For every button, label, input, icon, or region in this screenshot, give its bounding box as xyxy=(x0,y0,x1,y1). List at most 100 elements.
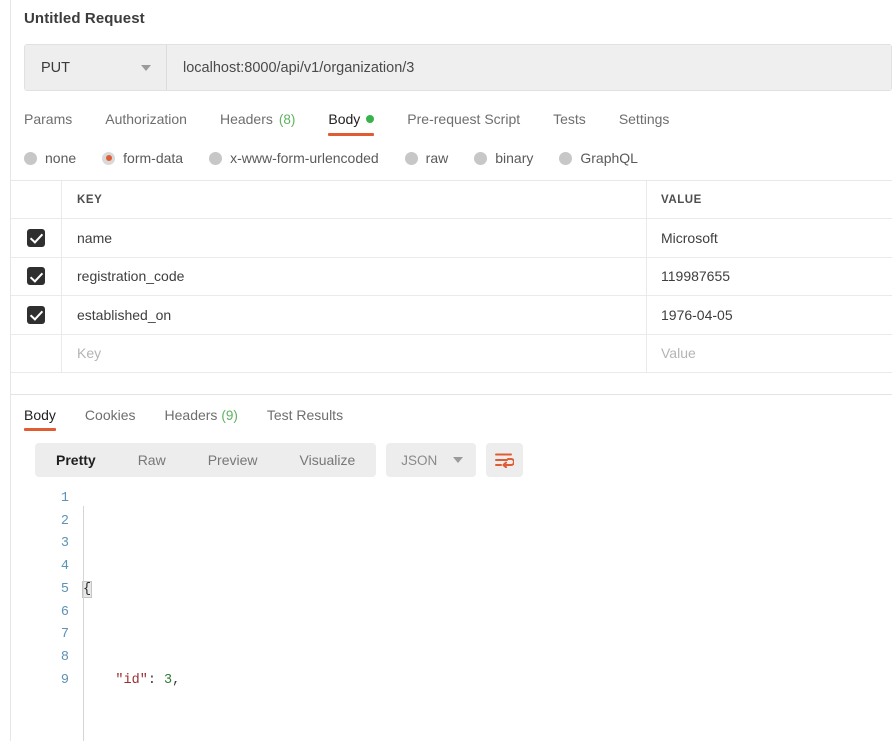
row-checkbox-cell-empty[interactable] xyxy=(11,335,62,373)
checkbox-checked-icon[interactable] xyxy=(27,267,45,285)
line-number: 9 xyxy=(25,670,69,693)
response-tab-headers[interactable]: Headers (9) xyxy=(165,407,238,431)
checkbox-checked-icon[interactable] xyxy=(27,306,45,324)
line-number-gutter: 1 2 3 4 5 6 7 8 9 xyxy=(25,488,77,741)
response-code-viewer[interactable]: 1 2 3 4 5 6 7 8 9 { "id": 3, "created": … xyxy=(11,488,892,741)
row-key-input[interactable]: established_on xyxy=(62,296,647,334)
tab-pre-request-script[interactable]: Pre-request Script xyxy=(407,111,520,136)
response-tab-headers-count: (9) xyxy=(221,408,238,423)
radio-binary[interactable]: binary xyxy=(474,150,533,166)
tab-params[interactable]: Params xyxy=(24,111,72,136)
tab-settings-label: Settings xyxy=(619,111,670,127)
response-tab-headers-label: Headers xyxy=(165,407,218,423)
tab-authorization[interactable]: Authorization xyxy=(105,111,187,136)
response-toolbar: Pretty Raw Preview Visualize JSON xyxy=(11,443,892,477)
chevron-down-icon xyxy=(141,65,151,71)
form-data-table: KEY VALUE name Microsoft registration_co… xyxy=(11,180,892,373)
code-line: "id": 3, xyxy=(83,670,448,693)
url-input[interactable]: localhost:8000/api/v1/organization/3 xyxy=(167,45,891,90)
tab-body[interactable]: Body xyxy=(328,111,374,136)
line-number: 7 xyxy=(25,624,69,647)
row-value-input[interactable]: 1976-04-05 xyxy=(647,296,892,334)
body-type-radio-group: none form-data x-www-form-urlencoded raw… xyxy=(24,136,892,180)
tab-tests[interactable]: Tests xyxy=(553,111,586,136)
radio-binary-label: binary xyxy=(495,150,533,166)
table-header-row: KEY VALUE xyxy=(11,181,892,219)
radio-none-label: none xyxy=(45,150,76,166)
radio-form-data-label: form-data xyxy=(123,150,183,166)
radio-graphql-label: GraphQL xyxy=(580,150,638,166)
row-key-input[interactable]: name xyxy=(62,219,647,257)
tab-authorization-label: Authorization xyxy=(105,111,187,127)
response-tab-test-results[interactable]: Test Results xyxy=(267,407,343,431)
word-wrap-button[interactable] xyxy=(486,443,523,477)
request-tab-bar: Params Authorization Headers (8) Body Pr… xyxy=(24,91,892,136)
line-number: 8 xyxy=(25,647,69,670)
http-method-label: PUT xyxy=(41,60,70,76)
tab-headers-label: Headers xyxy=(220,111,273,127)
tab-pre-request-script-label: Pre-request Script xyxy=(407,111,520,127)
new-key-input[interactable]: Key xyxy=(62,335,647,373)
response-format-dropdown[interactable]: JSON xyxy=(386,443,476,477)
http-method-dropdown[interactable]: PUT xyxy=(25,45,167,90)
tab-settings[interactable]: Settings xyxy=(619,111,670,136)
view-mode-raw[interactable]: Raw xyxy=(117,443,187,477)
table-row: registration_code 119987655 xyxy=(11,258,892,297)
radio-x-www-form-urlencoded[interactable]: x-www-form-urlencoded xyxy=(209,150,379,166)
row-checkbox-cell[interactable] xyxy=(11,258,62,296)
line-number: 2 xyxy=(25,511,69,534)
page-title: Untitled Request xyxy=(11,0,892,44)
table-header-check-cell xyxy=(11,181,62,218)
line-number: 6 xyxy=(25,602,69,625)
code-line: { xyxy=(83,579,448,602)
radio-raw-icon xyxy=(405,152,418,165)
radio-none-icon xyxy=(24,152,37,165)
response-tab-body-label: Body xyxy=(24,407,56,423)
radio-raw[interactable]: raw xyxy=(405,150,449,166)
green-dot-icon xyxy=(366,115,374,123)
chevron-down-icon xyxy=(453,457,463,463)
row-checkbox-cell[interactable] xyxy=(11,296,62,334)
tab-headers[interactable]: Headers (8) xyxy=(220,111,295,136)
row-checkbox-cell[interactable] xyxy=(11,219,62,257)
tab-tests-label: Tests xyxy=(553,111,586,127)
json-code-content: { "id": 3, "created": "2021-03-19T01:14:… xyxy=(77,488,448,741)
line-number: 4 xyxy=(25,556,69,579)
response-tab-bar: Body Cookies Headers (9) Test Results xyxy=(11,395,892,431)
response-tab-cookies[interactable]: Cookies xyxy=(85,407,136,431)
response-tab-cookies-label: Cookies xyxy=(85,407,136,423)
json-open-brace: { xyxy=(83,582,91,597)
json-number-value: 3 xyxy=(164,673,172,688)
url-bar: PUT localhost:8000/api/v1/organization/3 xyxy=(24,44,892,91)
view-mode-pretty[interactable]: Pretty xyxy=(35,443,117,477)
tab-headers-count: (8) xyxy=(279,112,296,127)
radio-raw-label: raw xyxy=(426,150,449,166)
view-mode-visualize[interactable]: Visualize xyxy=(279,443,377,477)
radio-binary-icon xyxy=(474,152,487,165)
radio-graphql-icon xyxy=(559,152,572,165)
row-value-input[interactable]: Microsoft xyxy=(647,219,892,257)
radio-form-data-icon xyxy=(102,152,115,165)
postman-request-window: Untitled Request PUT localhost:8000/api/… xyxy=(0,0,892,741)
response-view-mode-group: Pretty Raw Preview Visualize xyxy=(35,443,376,477)
radio-x-www-form-urlencoded-label: x-www-form-urlencoded xyxy=(230,150,379,166)
radio-none[interactable]: none xyxy=(24,150,76,166)
view-mode-preview[interactable]: Preview xyxy=(187,443,279,477)
radio-x-www-form-urlencoded-icon xyxy=(209,152,222,165)
response-tab-body[interactable]: Body xyxy=(24,407,56,431)
row-key-input[interactable]: registration_code xyxy=(62,258,647,296)
word-wrap-icon xyxy=(495,453,514,468)
radio-graphql[interactable]: GraphQL xyxy=(559,150,638,166)
row-value-input[interactable]: 119987655 xyxy=(647,258,892,296)
tab-params-label: Params xyxy=(24,111,72,127)
checkbox-checked-icon[interactable] xyxy=(27,229,45,247)
table-row-empty: Key Value xyxy=(11,335,892,374)
json-comma: , xyxy=(172,673,180,688)
response-tab-test-results-label: Test Results xyxy=(267,407,343,423)
line-number: 3 xyxy=(25,533,69,556)
response-format-label: JSON xyxy=(401,453,437,468)
request-pane: Untitled Request PUT localhost:8000/api/… xyxy=(11,0,892,373)
radio-form-data[interactable]: form-data xyxy=(102,150,183,166)
new-value-input[interactable]: Value xyxy=(647,335,892,373)
response-pane: Body Cookies Headers (9) Test Results Pr… xyxy=(11,395,892,741)
